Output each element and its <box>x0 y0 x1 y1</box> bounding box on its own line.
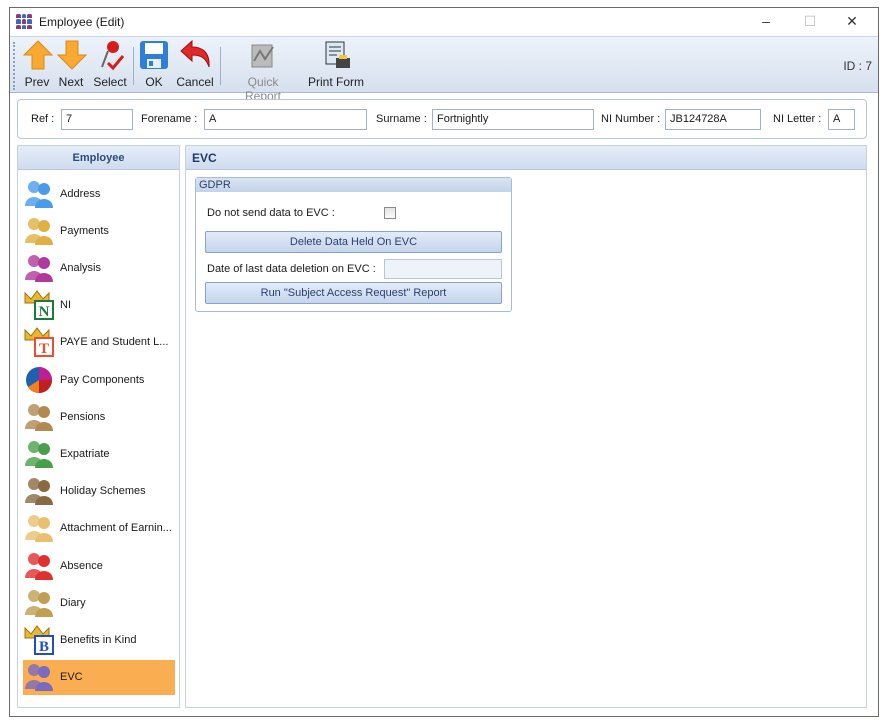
window-title: Employee (Edit) <box>39 15 125 29</box>
sidebar-item-label: Analysis <box>60 261 101 274</box>
group-pyramid-icon <box>23 252 55 284</box>
sidebar-item-label: Pensions <box>60 410 106 423</box>
main-panel: EVC GDPR Do not send data to EVC : Delet… <box>185 145 867 708</box>
sidebar-item-paye-and-student-l[interactable]: T PAYE and Student L... <box>23 325 175 360</box>
toolbar-separator <box>220 47 221 85</box>
sidebar-item-benefits-in-kind[interactable]: B Benefits in Kind <box>23 622 175 657</box>
group-title: GDPR <box>196 178 511 192</box>
pie-chart-icon <box>23 364 55 396</box>
people-gear-icon <box>23 661 55 693</box>
surname-field[interactable]: Fortnightly <box>432 109 594 130</box>
arrow-down-icon <box>56 39 88 71</box>
record-id: ID : 7 <box>843 59 872 73</box>
print-form-icon <box>320 39 352 71</box>
ni-number-field[interactable]: JB124728A <box>665 109 761 130</box>
sidebar-item-label: Attachment of Earnin... <box>60 522 172 535</box>
title-bar: Employee (Edit) – ☐ ✕ <box>10 8 878 35</box>
sidebar: Employee Address Payments Analysis N NI T PAYE… <box>17 145 180 708</box>
sidebar-item-label: NI <box>60 299 71 312</box>
last-deletion-field[interactable] <box>384 259 502 279</box>
select-button[interactable]: Select <box>92 39 128 89</box>
cancel-button[interactable]: Cancel <box>176 39 214 89</box>
delete-data-button[interactable]: Delete Data Held On EVC <box>205 231 502 253</box>
quick-report-button[interactable]: Quick Report <box>228 39 298 103</box>
report-icon <box>247 39 279 71</box>
surname-label: Surname : <box>376 113 427 125</box>
sidebar-item-label: Absence <box>60 559 103 572</box>
close-button[interactable]: ✕ <box>832 10 872 32</box>
print-form-button[interactable]: Print Form <box>307 39 365 89</box>
ok-button[interactable]: OK <box>138 39 170 89</box>
office-chair-icon <box>23 550 55 582</box>
crown-t-icon: T <box>23 326 55 358</box>
sidebar-item-label: PAYE and Student L... <box>60 336 169 349</box>
crown-n-icon: N <box>23 289 55 321</box>
undo-arrow-icon <box>179 39 211 71</box>
sidebar-item-pay-components[interactable]: Pay Components <box>23 362 175 397</box>
sidebar-item-ni[interactable]: N NI <box>23 288 175 323</box>
forename-field[interactable]: A <box>204 109 367 130</box>
app-icon <box>16 14 32 29</box>
panel-title: EVC <box>186 146 866 170</box>
sidebar-title: Employee <box>18 146 179 170</box>
ni-number-label: NI Number : <box>601 113 661 125</box>
employee-header-fields: Ref : 7 Forename : A Surname : Fortnight… <box>17 99 867 139</box>
svg-text:T: T <box>39 341 49 357</box>
gdpr-group: GDPR Do not send data to EVC : Delete Da… <box>195 177 512 312</box>
svg-text:N: N <box>39 304 50 320</box>
pushpin-icon <box>94 39 126 71</box>
toolbar: Prev Next Select OK Cancel Quick Report … <box>10 36 878 103</box>
sidebar-item-label: Payments <box>60 224 109 237</box>
arrow-up-icon <box>22 39 54 71</box>
piggy-bank-icon <box>23 215 55 247</box>
sidebar-item-label: Pay Components <box>60 373 145 386</box>
sidebar-item-attachment-of-earnin[interactable]: Attachment of Earnin... <box>23 511 175 546</box>
sidebar-item-label: Holiday Schemes <box>60 485 146 498</box>
svg-text:B: B <box>39 639 49 655</box>
diary-clock-icon <box>23 587 55 619</box>
toolbar-grip[interactable] <box>13 42 15 90</box>
floppy-disk-icon <box>138 39 170 71</box>
sidebar-item-label: Diary <box>60 596 86 609</box>
globe-plane-icon <box>23 438 55 470</box>
last-deletion-label: Date of last data deletion on EVC : <box>207 263 376 275</box>
next-button[interactable]: Next <box>56 39 88 89</box>
people-icon <box>23 178 55 210</box>
sidebar-item-holiday-schemes[interactable]: Holiday Schemes <box>23 474 175 509</box>
sidebar-item-label: Benefits in Kind <box>60 633 137 646</box>
ref-label: Ref : <box>31 113 55 125</box>
sidebar-item-evc[interactable]: EVC <box>23 659 175 695</box>
ref-field[interactable]: 7 <box>61 109 133 130</box>
sidebar-item-label: Expatriate <box>60 447 110 460</box>
employee-edit-window: Employee (Edit) – ☐ ✕ Prev Next Select O… <box>9 7 879 717</box>
sidebar-item-analysis[interactable]: Analysis <box>23 250 175 285</box>
sidebar-item-label: EVC <box>60 671 83 684</box>
no-send-checkbox[interactable] <box>384 207 396 219</box>
sidebar-item-address[interactable]: Address <box>23 176 175 211</box>
sidebar-item-diary[interactable]: Diary <box>23 585 175 620</box>
no-send-label: Do not send data to EVC : <box>207 207 335 219</box>
sidebar-item-payments[interactable]: Payments <box>23 213 175 248</box>
attachment-icon <box>23 512 55 544</box>
sidebar-item-label: Address <box>60 187 101 200</box>
sidebar-item-expatriate[interactable]: Expatriate <box>23 436 175 471</box>
minimize-button[interactable]: – <box>746 10 786 32</box>
sidebar-item-absence[interactable]: Absence <box>23 548 175 583</box>
holiday-people-icon <box>23 475 55 507</box>
prev-button[interactable]: Prev <box>22 39 54 89</box>
ni-letter-label: NI Letter : <box>773 113 822 125</box>
ni-letter-field[interactable]: A <box>828 109 855 130</box>
crown-b-icon: B <box>23 624 55 656</box>
pension-jar-icon <box>23 401 55 433</box>
forename-label: Forename : <box>141 113 198 125</box>
toolbar-separator <box>133 47 134 85</box>
subject-access-request-button[interactable]: Run "Subject Access Request" Report <box>205 282 502 304</box>
sidebar-item-pensions[interactable]: Pensions <box>23 399 175 434</box>
maximize-button[interactable]: ☐ <box>790 10 830 32</box>
